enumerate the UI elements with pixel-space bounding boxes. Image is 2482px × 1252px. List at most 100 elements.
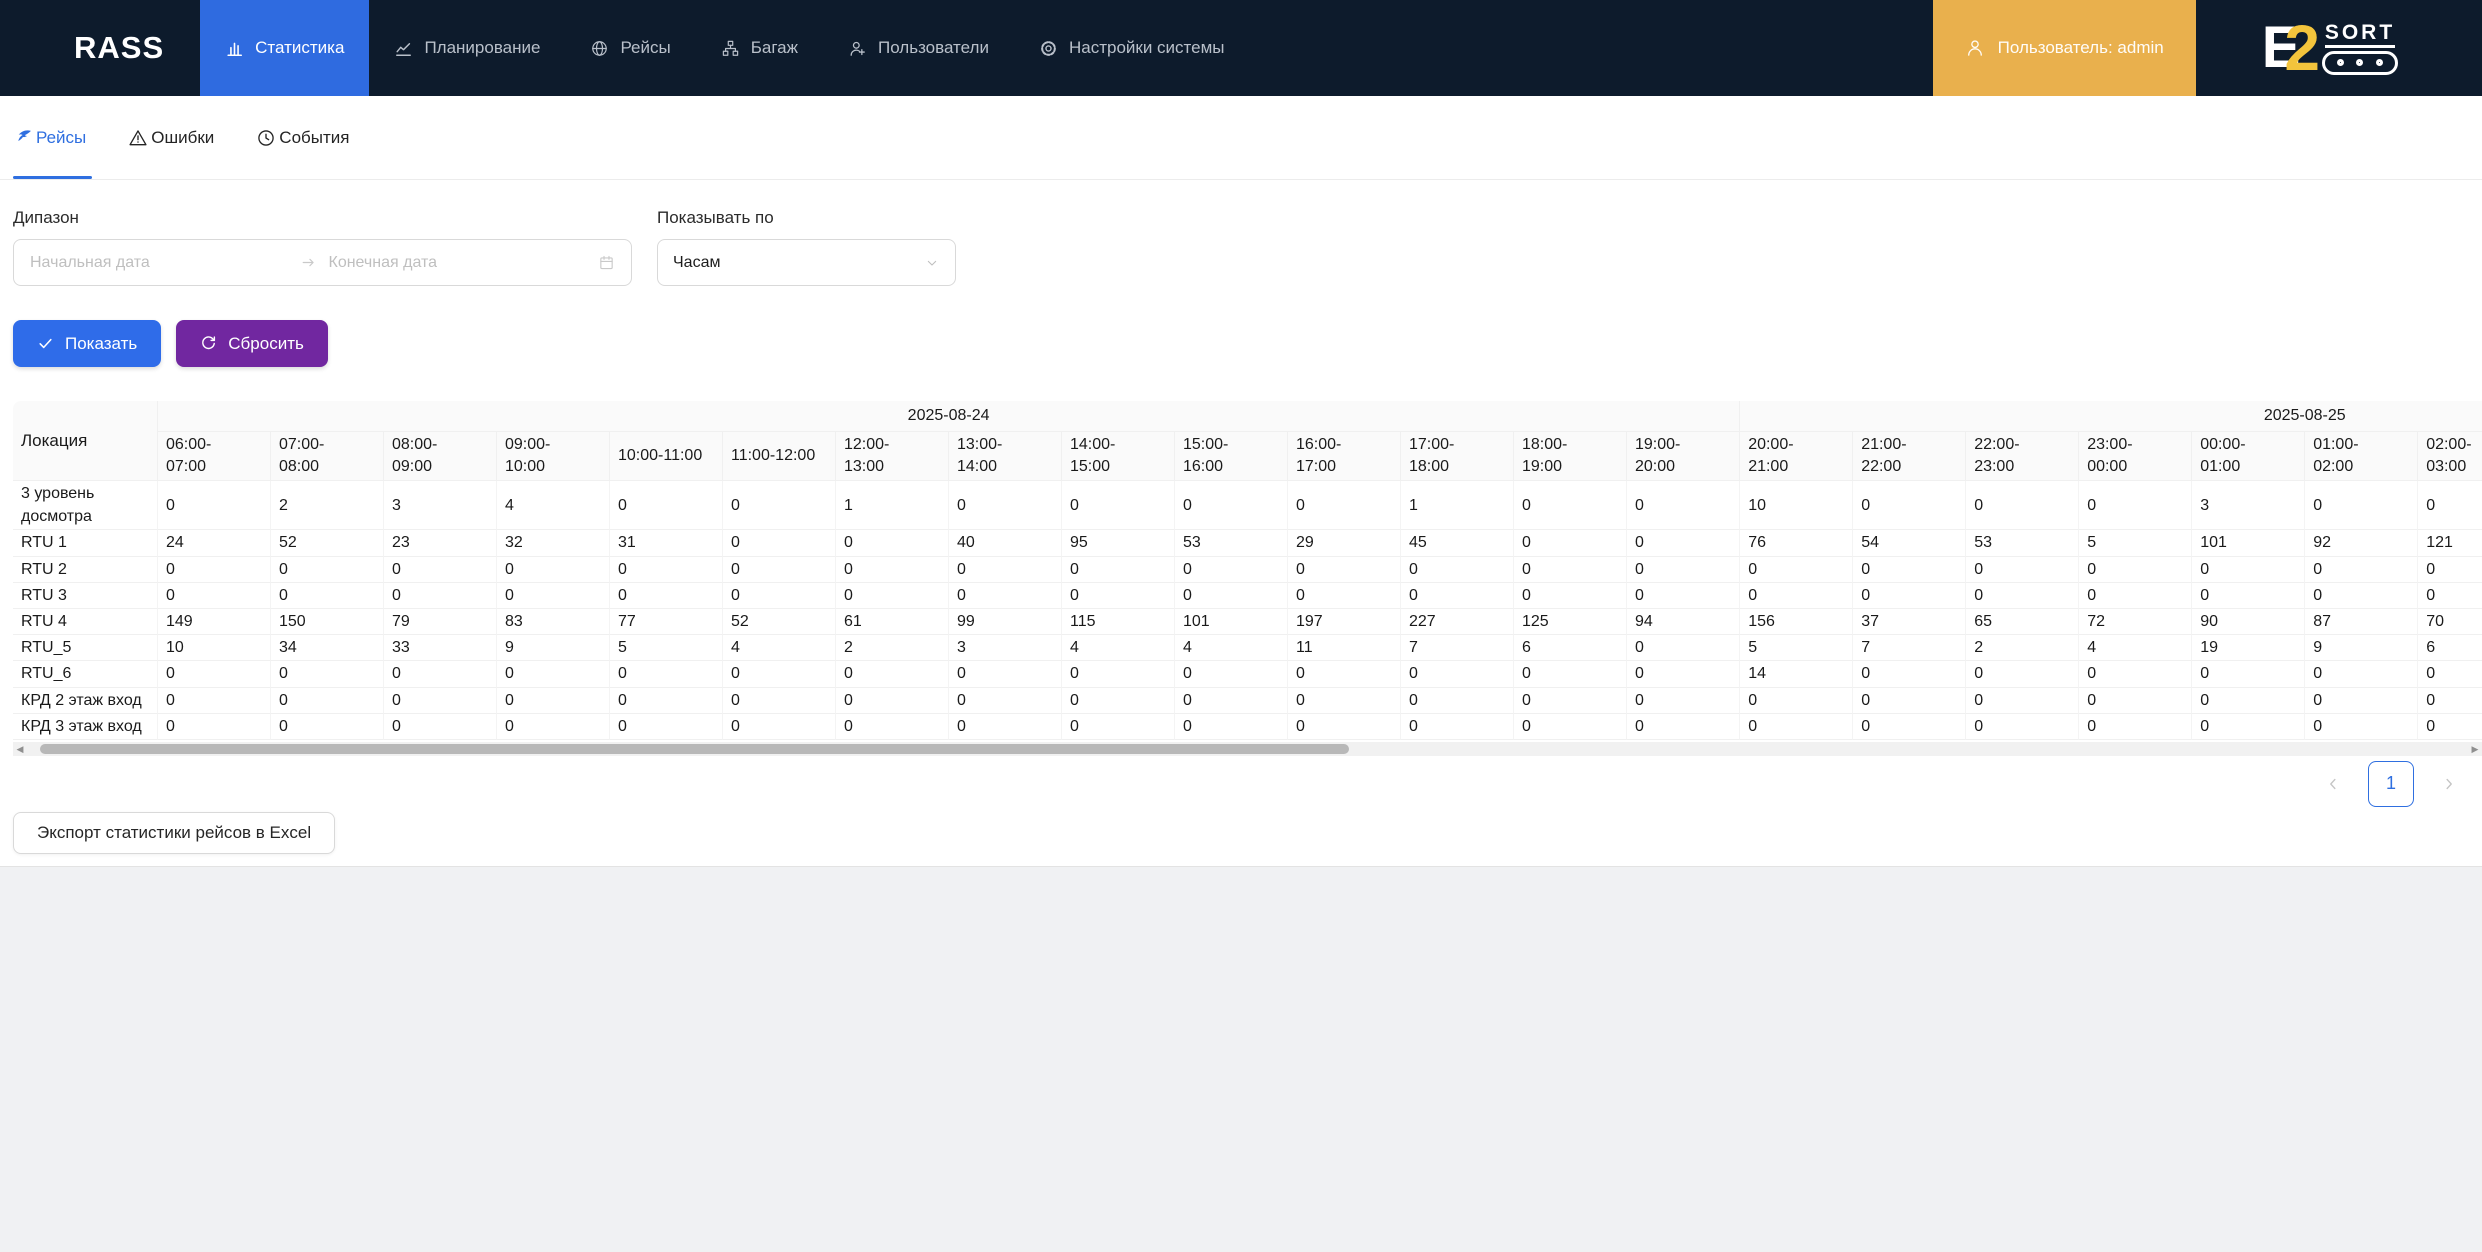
value-cell: 0 [2192,556,2306,583]
nav-item-label: Статистика [255,38,345,57]
value-cell: 0 [949,556,1062,583]
warning-icon [128,128,148,148]
nav-item-gear[interactable]: Настройки системы [1014,0,1250,96]
value-cell: 156 [1740,608,1854,636]
value-cell: 0 [1627,635,1741,662]
time-column-header: 22:00- 23:00 [1966,432,2080,481]
value-cell: 197 [1288,608,1401,636]
tab-warning[interactable]: Ошибки [128,96,214,179]
nav-item-line-chart[interactable]: Планирование [369,0,565,96]
value-cell: 53 [1966,530,2080,557]
statistics-table: Локация 2025-08-24 2025-08-25 06:00- 07:00 0… [13,401,2482,740]
value-cell: 0 [1288,687,1401,714]
value-cell: 0 [610,481,723,531]
table-header-group-row: Локация 2025-08-24 2025-08-25 [13,401,2482,481]
logo-digit-2: 2 [2284,12,2320,84]
value-cell: 2 [1966,635,2080,662]
user-badge[interactable]: Пользователь: admin [1932,0,2196,96]
value-cell: 121 [2418,530,2482,557]
pagination-page-1[interactable]: 1 [2368,760,2414,807]
value-cell: 0 [1175,582,1288,609]
show-button[interactable]: Показать [13,320,162,367]
value-cell: 77 [610,608,723,636]
tab-bird[interactable]: Рейсы [13,96,93,179]
pagination-prev-icon[interactable] [2324,775,2342,793]
start-date-placeholder[interactable]: Начальная дата [30,254,288,272]
value-cell: 0 [1853,556,1967,583]
clock-icon [256,128,276,148]
time-column-header: 11:00-12:00 [723,432,836,481]
value-cell: 0 [1853,481,1967,531]
value-cell: 0 [1175,481,1288,531]
value-cell: 24 [158,530,271,557]
time-column-header: 16:00- 17:00 [1288,432,1401,481]
value-cell: 9 [497,635,610,662]
value-cell: 45 [1401,530,1514,557]
value-cell: 0 [271,713,384,740]
value-cell: 0 [836,661,949,688]
scroll-right-arrow[interactable]: ▶ [2468,742,2482,756]
pagination-next-icon[interactable] [2440,775,2458,793]
value-cell: 83 [497,608,610,636]
nav-item-label: Настройки системы [1068,38,1225,57]
value-cell: 0 [1401,713,1514,740]
scrollbar-thumb[interactable] [40,743,1349,754]
value-cell: 0 [1401,661,1514,688]
value-cell: 0 [497,582,610,609]
value-cell: 0 [610,713,723,740]
value-cell: 0 [1966,481,2080,531]
value-cell: 11 [1288,635,1401,662]
value-cell: 0 [1514,661,1627,688]
nav-item-cluster[interactable]: Багаж [696,0,823,96]
main-nav: Статистика Планирование Рейсы Багаж Пользова… [200,0,1249,96]
value-cell: 0 [836,530,949,557]
value-cell: 0 [1062,582,1175,609]
logo-conveyor-icon [2322,50,2398,75]
value-cell: 227 [1401,608,1514,636]
reload-icon [200,335,217,352]
value-cell: 40 [949,530,1062,557]
value-cell: 0 [1627,582,1741,609]
table-row: RTU 4 149 150 79 83 77 52 61 99 115 101 197 227 125 94… [13,608,2482,636]
show-by-select[interactable]: Часам [657,239,956,286]
nav-item-globe[interactable]: Рейсы [565,0,695,96]
value-cell: 33 [384,635,497,662]
time-column-header: 18:00- 19:00 [1514,432,1627,481]
export-excel-button[interactable]: Экспорт статистики рейсов в Excel [13,811,336,854]
end-date-placeholder[interactable]: Конечная дата [329,254,587,272]
value-cell: 2 [271,481,384,531]
subtabs: Рейсы Ошибки События [0,96,2482,180]
value-cell: 79 [384,608,497,636]
value-cell: 0 [610,661,723,688]
nav-item-bar-chart[interactable]: Статистика [200,0,370,96]
action-buttons: Показать Сбросить [13,320,2469,367]
value-cell: 76 [1740,530,1854,557]
date-range-input[interactable]: Начальная дата Конечная дата [13,239,632,286]
nav-item-user-add[interactable]: Пользователи [823,0,1014,96]
reset-button[interactable]: Сбросить [176,320,328,367]
value-cell: 0 [1175,661,1288,688]
value-cell: 14 [1740,661,1854,688]
value-cell: 4 [2079,635,2193,662]
nav-item-label: Рейсы [620,38,671,57]
tab-clock[interactable]: События [256,96,349,179]
show-button-label: Показать [65,333,138,353]
value-cell: 54 [1853,530,1967,557]
value-cell: 0 [1175,713,1288,740]
value-cell: 0 [1062,687,1175,714]
time-column-header: 06:00- 07:00 [158,432,271,481]
location-column-header: Локация [13,401,158,481]
value-cell: 0 [610,582,723,609]
value-cell: 4 [497,481,610,531]
value-cell: 0 [1627,687,1741,714]
value-cell: 52 [723,608,836,636]
value-cell: 0 [1062,661,1175,688]
row-location: RTU_6 [13,661,158,688]
row-location: RTU_5 [13,635,158,662]
horizontal-scrollbar[interactable]: ◀ ▶ [13,741,2482,756]
value-cell: 0 [158,481,271,531]
value-cell: 0 [723,687,836,714]
value-cell: 1 [836,481,949,531]
value-cell: 0 [1288,582,1401,609]
scroll-left-arrow[interactable]: ◀ [13,742,27,756]
